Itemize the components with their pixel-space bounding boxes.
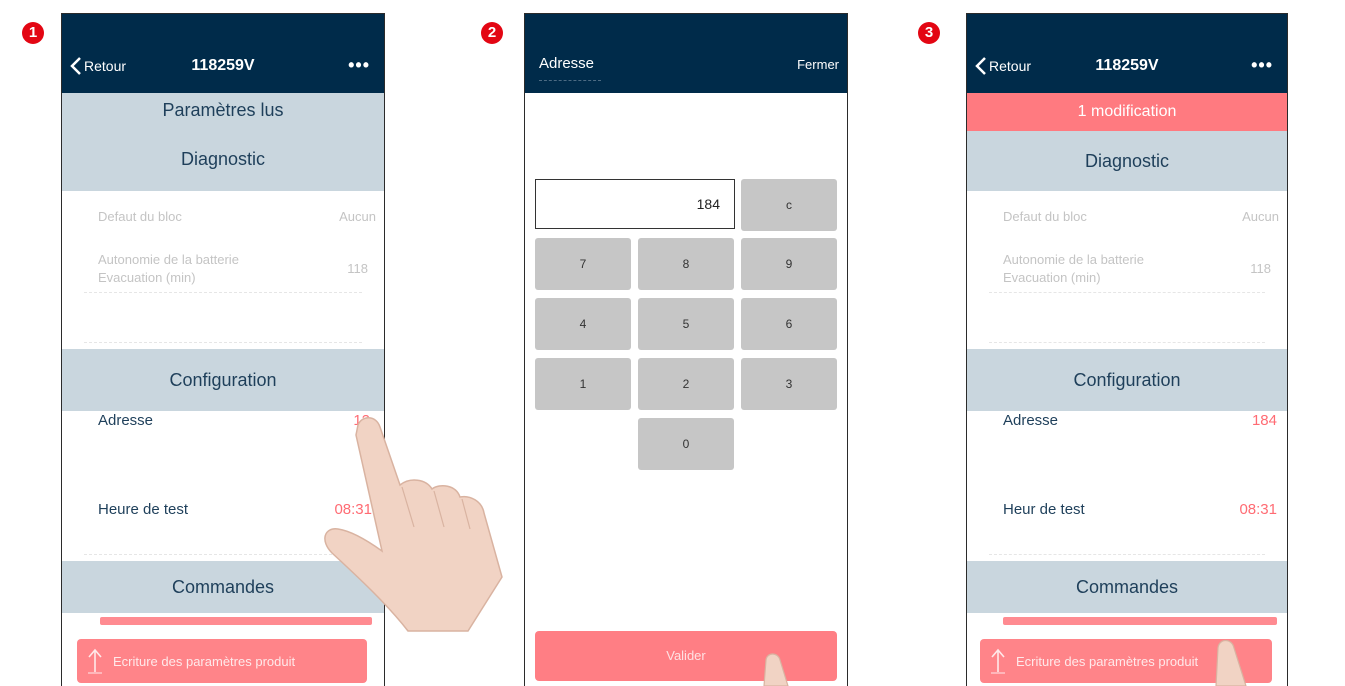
arrow-up-icon	[991, 648, 1005, 674]
phone-screen-3: Retour 118259V ••• 1 modification Diagno…	[966, 13, 1288, 686]
diag-row-label: Evacuation (min)	[98, 270, 196, 285]
nav-bar: Retour 118259V •••	[62, 14, 384, 93]
phone-screen-2: Adresse Fermer 184 c 7 8 9 4 5 6 1 2 3 0…	[524, 13, 848, 686]
keypad-title: Adresse	[539, 55, 595, 72]
number-input[interactable]: 184	[535, 179, 735, 229]
heure-de-test-label: Heure de test	[98, 501, 189, 518]
divider	[989, 554, 1265, 555]
key-0[interactable]: 0	[638, 418, 734, 470]
diag-row-label: Autonomie de la batterie	[1003, 252, 1144, 267]
adresse-label: Adresse	[1003, 412, 1059, 429]
close-button[interactable]: Fermer	[797, 57, 839, 72]
commandes-section-header: Commandes	[967, 561, 1287, 613]
title-underline	[539, 80, 601, 81]
commandes-section-header: Commandes	[62, 561, 384, 613]
diag-row-value: 118	[1250, 261, 1271, 276]
diag-row-label: Autonomie de la batterie	[98, 252, 239, 267]
phone-screen-1: Retour 118259V ••• Paramètres lus Diagno…	[61, 13, 385, 686]
diagnostic-section-header: Diagnostic	[967, 131, 1287, 191]
configuration-section-header: Configuration	[967, 349, 1287, 411]
key-5[interactable]: 5	[638, 298, 734, 350]
page-title: 118259V	[1095, 57, 1159, 74]
step-3-badge: 3	[918, 22, 940, 44]
diagnostic-section-header: Diagnostic	[62, 127, 384, 191]
nav-bar: Retour 118259V •••	[967, 14, 1287, 93]
diag-row-label: Defaut du bloc	[98, 209, 182, 224]
valider-button[interactable]: Valider	[535, 631, 837, 681]
divider	[989, 292, 1265, 293]
adresse-label: Adresse	[98, 412, 154, 429]
key-clear[interactable]: c	[741, 179, 837, 231]
more-options-icon[interactable]: •••	[348, 55, 370, 76]
key-7[interactable]: 7	[535, 238, 631, 290]
write-parameters-button[interactable]: Ecriture des paramètres produit	[980, 639, 1272, 683]
heure-de-test-label: Heur de test	[1003, 501, 1085, 518]
key-1[interactable]: 1	[535, 358, 631, 410]
diag-row-label: Defaut du bloc	[1003, 209, 1087, 224]
diag-row-value: 118	[347, 261, 368, 276]
divider	[84, 342, 362, 343]
key-8[interactable]: 8	[638, 238, 734, 290]
adresse-value[interactable]: 12	[353, 412, 370, 429]
key-2[interactable]: 2	[638, 358, 734, 410]
step-1-badge: 1	[22, 22, 44, 44]
heure-de-test-value[interactable]: 08:31	[334, 501, 372, 518]
diag-row-label: Evacuation (min)	[1003, 270, 1101, 285]
nav-bar: Adresse Fermer	[525, 14, 847, 93]
key-4[interactable]: 4	[535, 298, 631, 350]
key-9[interactable]: 9	[741, 238, 837, 290]
key-6[interactable]: 6	[741, 298, 837, 350]
step-2-badge: 2	[481, 22, 503, 44]
modification-banner: 1 modification	[967, 93, 1287, 131]
write-parameters-button[interactable]: Ecriture des paramètres produit	[77, 639, 367, 683]
status-header: Paramètres lus	[62, 93, 384, 127]
configuration-section-header: Configuration	[62, 349, 384, 411]
progress-strip	[1003, 617, 1277, 625]
adresse-value[interactable]: 184	[1252, 412, 1277, 429]
divider	[84, 292, 362, 293]
progress-strip	[100, 617, 372, 625]
diag-row-value: Aucun	[1242, 209, 1279, 224]
write-button-label: Ecriture des paramètres produit	[1016, 653, 1199, 669]
more-options-icon[interactable]: •••	[1251, 55, 1273, 76]
page-title: 118259V	[191, 57, 255, 74]
heure-de-test-value[interactable]: 08:31	[1239, 501, 1277, 518]
tutorial-stage: 1 2 3 Retour 118259V ••• Paramètres lus …	[0, 0, 1345, 686]
divider	[989, 342, 1265, 343]
write-button-label: Ecriture des paramètres produit	[113, 653, 296, 669]
key-3[interactable]: 3	[741, 358, 837, 410]
divider	[84, 554, 362, 555]
diag-row-value: Aucun	[339, 209, 376, 224]
arrow-up-icon	[88, 648, 102, 674]
